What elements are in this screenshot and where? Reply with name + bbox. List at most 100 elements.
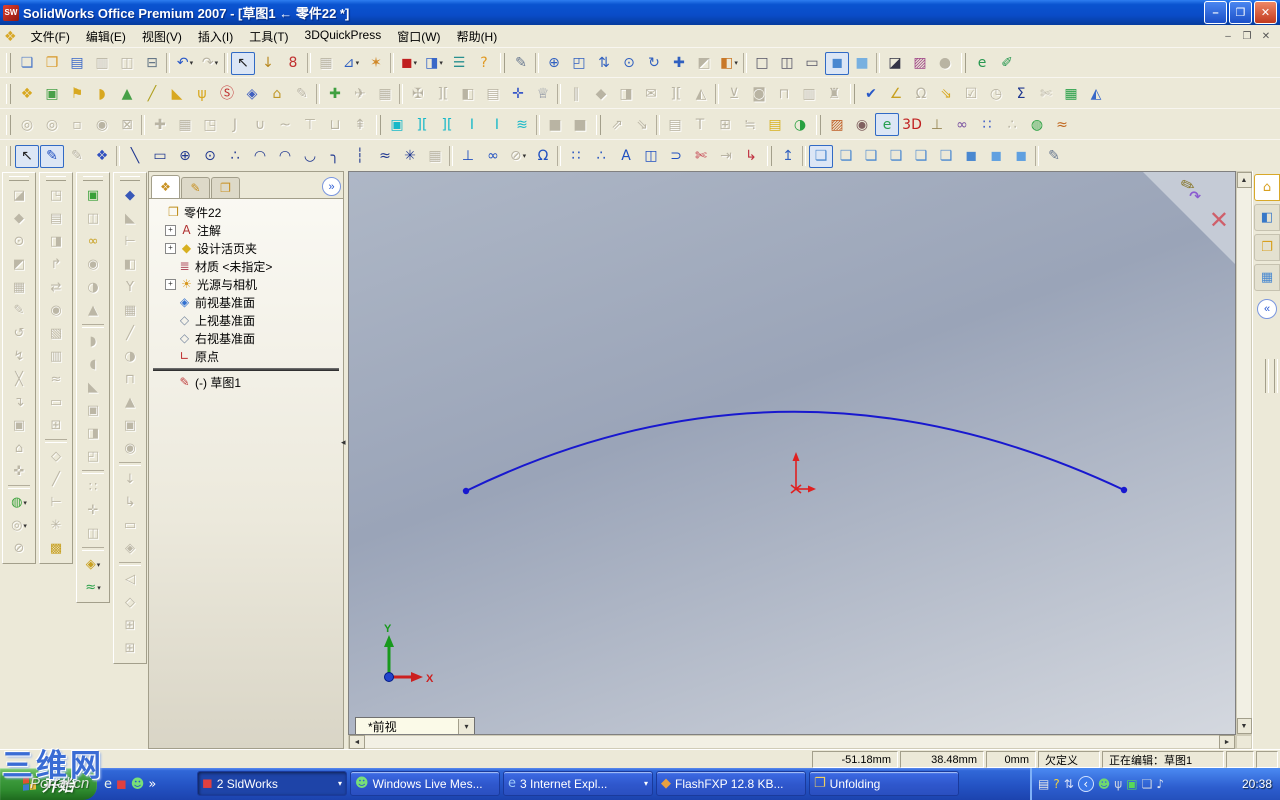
toolbar-grip[interactable] (850, 83, 855, 104)
circular-sketch-pattern-button[interactable]: ∴ (589, 145, 613, 168)
print-button[interactable]: ⊟ (140, 52, 164, 75)
wireless-tray-icon[interactable]: ψ (1114, 777, 1122, 791)
library-taskpane-tab[interactable]: ❐ (1254, 234, 1280, 261)
qp-insert-button[interactable]: ✚ (323, 82, 347, 105)
qp-slug-button[interactable]: ╱ (140, 82, 164, 105)
hidden-lines-visible-button[interactable]: ◫ (775, 52, 799, 75)
view-back-button[interactable]: ❏ (834, 145, 858, 168)
view-left-button[interactable]: ❏ (859, 145, 883, 168)
zoom-to-selection-button[interactable]: ⊙ (617, 52, 641, 75)
expander-icon[interactable]: + (165, 242, 176, 254)
view-orientation-button[interactable]: ◧ ▾ (717, 52, 741, 75)
new-document-button[interactable]: ❏ (15, 52, 39, 75)
toolbar-grip[interactable] (500, 53, 505, 73)
normal-to-sketch-button[interactable]: ↥ (776, 145, 800, 168)
task-pane-grip[interactable] (1265, 359, 1269, 393)
tree-item-10[interactable]: ✎ (-) 草图1 (151, 373, 343, 391)
tree-item-3[interactable]: + ◆ 设计活页夹 (151, 239, 343, 257)
expander-icon[interactable]: + (165, 278, 176, 290)
open-document-button[interactable]: ❐ (40, 52, 64, 75)
network-tray-icon[interactable]: ▣ (1126, 777, 1137, 791)
qp-strip-layout-button[interactable]: ❖ (15, 82, 39, 105)
tree-item-4[interactable]: ≣ 材质 <未指定> (151, 257, 343, 275)
equations-button[interactable]: Σ (1009, 82, 1033, 105)
toolbar-grip[interactable] (6, 146, 11, 166)
edrawings-publish-button[interactable]: ✐ (995, 52, 1019, 75)
search-binoculars-button[interactable]: ∞ (950, 113, 974, 136)
sketch-button[interactable]: ✎ (40, 144, 64, 168)
vertical-scrollbar[interactable]: ▲ ▼ (1236, 171, 1252, 735)
mirror-entities-button[interactable]: ◫ (639, 145, 663, 168)
save-button[interactable]: ▤ (65, 52, 89, 75)
photoworks-button[interactable]: ▨ (825, 113, 849, 136)
excel-design-table-button[interactable]: ▦ (1059, 82, 1083, 105)
spell-checker-button[interactable]: ✔ (859, 82, 883, 105)
arc-endpoint-right[interactable] (1120, 486, 1128, 494)
taskbar-button-1[interactable]: ◼ 2 SldWorks ▾ (197, 771, 347, 796)
shadows-button[interactable]: ◪ (883, 52, 907, 75)
apply-scene-button[interactable]: ▨ (908, 52, 932, 75)
view-isometric-button[interactable]: ◼ (959, 145, 983, 168)
dangling-relations-button[interactable]: A (614, 145, 638, 168)
qp-form-button[interactable]: ▲ (115, 82, 139, 105)
qp-standard-button[interactable]: Ⓢ (215, 82, 239, 105)
toolbar-grip[interactable] (46, 176, 66, 181)
featuremanager-tab[interactable]: ❖ (151, 175, 180, 198)
circuitworks-button[interactable]: ◍ (1025, 113, 1049, 136)
taskbar-button-5[interactable]: ❐ Unfolding (809, 771, 959, 796)
left-tool-button[interactable]: ≈ ▾ (81, 576, 105, 599)
qp-punch-button[interactable]: ◗ (90, 82, 114, 105)
mold-cavity-2-button[interactable]: ][ (435, 113, 459, 136)
scroll-right-button[interactable]: ► (1219, 735, 1235, 749)
volume-tray-icon[interactable]: ♪ (1156, 777, 1164, 791)
restore-button[interactable]: ❐ (1229, 1, 1252, 24)
routing-button[interactable]: ≈ (1050, 113, 1074, 136)
mdi-close-button[interactable]: ✕ (1258, 29, 1274, 43)
horizontal-scrollbar[interactable]: ◄ ► (348, 735, 1236, 749)
expander-icon[interactable]: + (165, 224, 176, 236)
select-button[interactable]: ↖ (231, 51, 255, 75)
menu-item-1[interactable]: 文件(F) (23, 26, 78, 47)
collapse-tray-icon[interactable]: ‹ (1077, 776, 1094, 792)
rotate-view-button[interactable]: ↻ (642, 52, 666, 75)
toolbar-grip[interactable] (120, 176, 140, 181)
qp-die-design-button[interactable]: ▣ (40, 82, 64, 105)
scroll-up-button[interactable]: ▲ (1236, 172, 1252, 188)
resources-taskpane-tab[interactable]: ◧ (1254, 204, 1280, 231)
left-tool-button[interactable]: ◍ ▾ (7, 491, 31, 514)
zoom-to-area-button[interactable]: ◰ (567, 52, 591, 75)
messenger-tray-icon[interactable]: ☻ (1098, 777, 1111, 791)
featureworks-button[interactable]: ◭ (1084, 82, 1108, 105)
shaded-with-edges-button[interactable]: ◼ (825, 51, 849, 75)
convert-entities-button[interactable]: ↳ (739, 145, 763, 168)
rectangle-button[interactable]: ▭ (148, 145, 172, 168)
mold-shutoff-2-button[interactable]: I (485, 113, 509, 136)
circle-button[interactable]: ⊕ (173, 145, 197, 168)
spline-button[interactable]: ≈ (373, 145, 397, 168)
sketch-fillet-button[interactable]: ╮ (323, 145, 347, 168)
die-crown-button[interactable]: ♕ (531, 82, 555, 105)
solidworks-quicklaunch[interactable]: ◼ (116, 777, 127, 792)
schematic-button[interactable]: ∷ (975, 113, 999, 136)
toolbar-grip[interactable] (816, 114, 821, 135)
qp-shield-button[interactable]: ◈ (240, 82, 264, 105)
sketch-arc[interactable] (465, 410, 1125, 492)
wireframe-button[interactable]: □ (750, 52, 774, 75)
mold-tooling-split-button[interactable]: ≋ (510, 113, 534, 136)
configurationmanager-tab[interactable]: ❐ (211, 177, 240, 198)
view-orientation-combo[interactable]: *前视 ▾ (355, 717, 475, 734)
display-tray-icon[interactable]: ❏ (1142, 777, 1153, 791)
mdi-restore-button[interactable]: ❐ (1239, 29, 1255, 43)
keyboard-tray-icon[interactable]: ▤ (1038, 777, 1049, 791)
combo-dropdown-icon[interactable]: ▾ (458, 719, 474, 734)
menu-item-6[interactable]: 3DQuickPress (297, 26, 390, 47)
design-checker-button[interactable]: ✶ (364, 52, 388, 75)
left-tool-button[interactable]: ◈ ▾ (81, 553, 105, 576)
mold-core-button[interactable]: ▣ (385, 113, 409, 136)
menu-item-8[interactable]: 帮助(H) (449, 26, 506, 47)
toolbar-grip[interactable] (767, 146, 772, 166)
add-relation-button[interactable]: ⊥ (456, 145, 480, 168)
mdi-minimize-button[interactable]: – (1220, 29, 1236, 43)
toolbar-grip[interactable] (6, 53, 11, 73)
motion-camera-button[interactable]: ◉ (850, 113, 874, 136)
